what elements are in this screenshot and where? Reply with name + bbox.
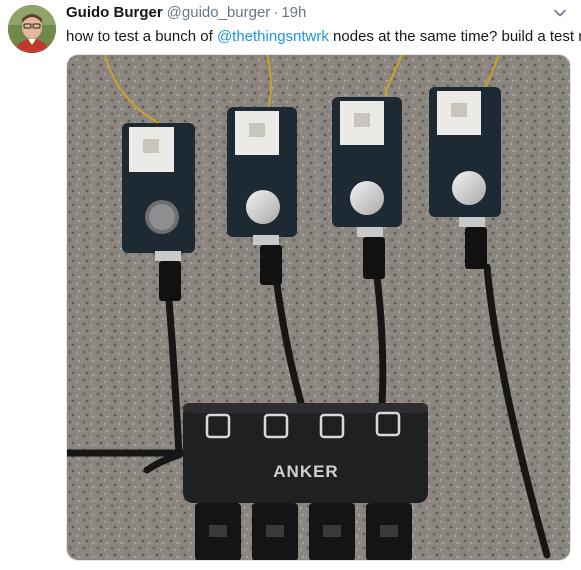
timestamp[interactable]: 19h (281, 4, 306, 21)
tweet-photo[interactable]: ANKER (66, 54, 571, 561)
avatar[interactable] (8, 5, 56, 53)
chevron-down-icon[interactable] (553, 6, 567, 20)
tweet-text-start: how to test a bunch of (66, 28, 217, 45)
tweet-text: how to test a bunch of @thethingsntwrk n… (66, 27, 581, 46)
tweet: Guido Burger @guido_burger · 19h how to tes… (0, 0, 581, 570)
tweet-text-end: nodes at the same time? build a test rig… (328, 28, 581, 45)
hub-brand-label: ANKER (273, 462, 338, 481)
tweet-header: Guido Burger @guido_burger · 19h (66, 4, 306, 22)
display-name[interactable]: Guido Burger (66, 4, 163, 21)
user-handle[interactable]: @guido_burger (167, 4, 271, 21)
mention-link[interactable]: @thethingsntwrk (217, 28, 329, 45)
separator-dot: · (273, 4, 279, 21)
